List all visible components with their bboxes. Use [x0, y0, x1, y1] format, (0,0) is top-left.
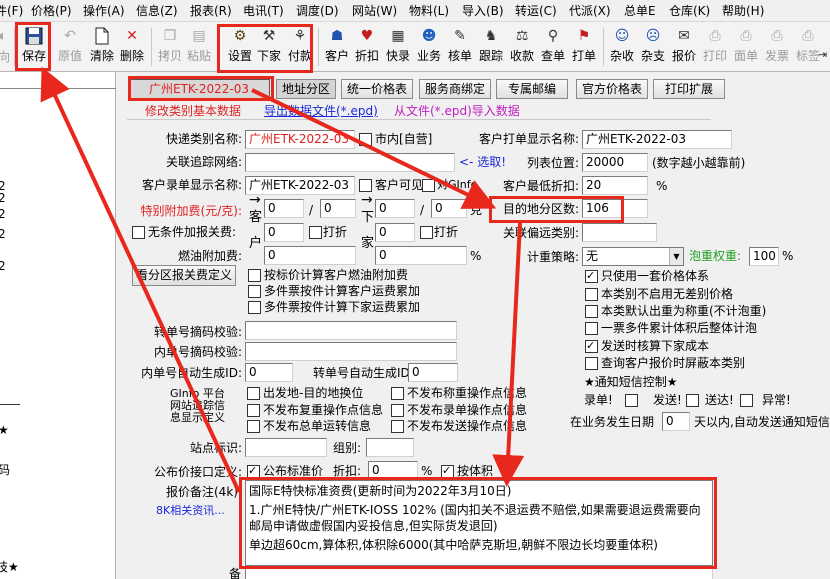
arrow-to-memo	[492, 222, 525, 487]
arrow-to-save	[40, 66, 241, 493]
arrow-to-zone	[251, 88, 497, 209]
annotation-arrows	[40, 66, 525, 493]
app-window: 件(F) 价格(P) 操作(A) 信息(Z) 报表(R) 电讯(T) 调度(D)…	[0, 0, 830, 579]
